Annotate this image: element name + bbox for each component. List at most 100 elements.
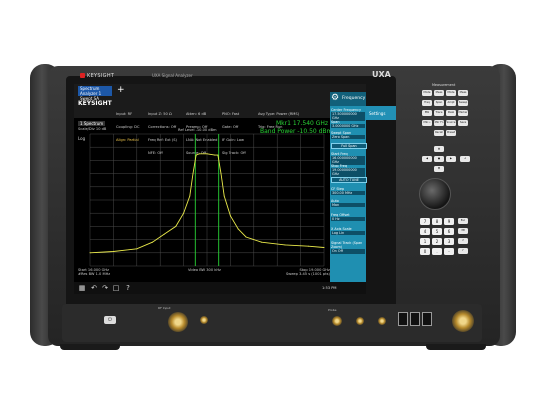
trace-point bbox=[183, 212, 185, 214]
softkey-value: On Off bbox=[331, 249, 365, 254]
trace-point bbox=[307, 245, 309, 247]
trace-window-label[interactable]: 1 Spectrum bbox=[78, 121, 106, 126]
keypad-1[interactable]: 1 bbox=[420, 238, 430, 245]
softkey-freq-offset[interactable]: Freq Offset 0 Hz bbox=[331, 213, 365, 222]
status-text: Corrections: Off bbox=[148, 125, 177, 130]
hardkey-undo[interactable]: ↶ bbox=[458, 248, 468, 254]
keypad-6[interactable]: 6 bbox=[444, 228, 454, 235]
trace-point bbox=[229, 215, 231, 217]
right-foot bbox=[426, 344, 486, 350]
status-text: PNO: Fast bbox=[222, 111, 240, 116]
softkey-span[interactable]: Span 3.0000000 GHz bbox=[331, 120, 365, 129]
hardkey-source[interactable]: Source bbox=[446, 120, 456, 126]
hardkey-freq[interactable]: Freq bbox=[422, 100, 432, 106]
trace-point bbox=[192, 173, 194, 175]
softkey-stop-freq[interactable]: Stop Freq 19.000000000 GHz bbox=[331, 164, 365, 177]
trace-point bbox=[284, 244, 286, 246]
rf-output-connector bbox=[452, 310, 474, 332]
arrow-up-key[interactable]: ▲ bbox=[434, 146, 444, 152]
rotary-knob[interactable] bbox=[419, 178, 451, 210]
keypad-5[interactable]: 5 bbox=[432, 228, 442, 235]
trace-point bbox=[206, 153, 208, 155]
add-tab-button[interactable]: + bbox=[117, 86, 125, 95]
trace-point bbox=[136, 248, 138, 250]
arrow-down-key[interactable]: ▼ bbox=[434, 166, 444, 172]
softkey-center-frequency[interactable]: Center Frequency 17.500000000 GHz bbox=[331, 108, 365, 121]
screen-brand: KEYSIGHT bbox=[78, 100, 112, 107]
softkey-swept-span[interactable]: Swept Span Zero Span bbox=[331, 131, 365, 140]
undo-icon[interactable]: ↶ bbox=[90, 284, 98, 292]
hardkey-enter[interactable]: ⏎ bbox=[458, 238, 468, 244]
keypad-0[interactable]: 0 bbox=[420, 248, 430, 255]
status-text: Avg Type: Power (RMS) bbox=[258, 111, 300, 116]
hardkey-bw[interactable]: BW bbox=[422, 110, 432, 116]
softkey-label: Signal Track (Span Zoom) bbox=[331, 241, 363, 250]
softkey-auto-tune[interactable]: AUTO TUNE bbox=[331, 177, 367, 184]
rf-input-connector bbox=[168, 312, 188, 332]
softkey-signal-track[interactable]: Signal Track (Span Zoom) On Off bbox=[331, 241, 365, 254]
hardkey-ampt[interactable]: Ampt bbox=[446, 100, 456, 106]
softkey-auto-man[interactable]: Auto Man bbox=[331, 199, 365, 208]
keypad-8[interactable]: 8 bbox=[432, 218, 442, 225]
hardkey-bksp[interactable]: ⌫ bbox=[458, 228, 468, 234]
hardkey-meas[interactable]: Meas bbox=[434, 90, 444, 96]
trace-point bbox=[237, 228, 239, 230]
front-brand: KEYSIGHT bbox=[80, 73, 114, 79]
video-bw-readout: Video BW 300 kHz bbox=[188, 268, 221, 272]
enter-key[interactable]: ● bbox=[434, 156, 444, 162]
hardkey-mkr-to[interactable]: Mkr→ bbox=[422, 120, 432, 126]
arrow-right-key[interactable]: ▶ bbox=[446, 156, 456, 162]
trace-point bbox=[261, 241, 263, 243]
hardkey-recall[interactable]: Recall bbox=[434, 130, 444, 136]
arrow-left-key[interactable]: ◀ bbox=[422, 156, 432, 162]
softkey-start-freq[interactable]: Start Freq 16.000000000 GHz bbox=[331, 152, 365, 165]
y-axis-label: Log bbox=[78, 136, 86, 141]
model-line: UXA Signal Analyzer bbox=[152, 73, 193, 78]
trace-point bbox=[195, 154, 197, 156]
probe-connector bbox=[332, 316, 342, 326]
redo-icon[interactable]: ↷ bbox=[101, 284, 109, 292]
usb-port-2[interactable] bbox=[410, 312, 420, 326]
hardkey-mode[interactable]: Mode bbox=[422, 90, 432, 96]
hardkey-marker[interactable]: Marker bbox=[458, 110, 468, 116]
softkey-cf-step[interactable]: CF Step 300.00 MHz bbox=[331, 187, 365, 196]
usb-port-1[interactable] bbox=[398, 312, 408, 326]
tab-key[interactable]: ⇥ bbox=[460, 156, 470, 162]
keypad-4[interactable]: 4 bbox=[420, 228, 430, 235]
keypad-dot[interactable]: . bbox=[432, 248, 442, 255]
hardkey-sweep[interactable]: Sweep bbox=[458, 100, 468, 106]
keypad-9[interactable]: 9 bbox=[444, 218, 454, 225]
windows-icon[interactable]: ▦ bbox=[78, 284, 86, 292]
help-icon[interactable]: ? bbox=[124, 284, 132, 292]
keypad-2[interactable]: 2 bbox=[432, 238, 442, 245]
hardkey-span[interactable]: Span bbox=[434, 100, 444, 106]
gear-icon[interactable]: ⚙ bbox=[331, 93, 339, 103]
file-icon[interactable]: □ bbox=[112, 284, 120, 292]
softkey-value: 3.0000000 GHz bbox=[331, 124, 365, 129]
usb-port-3[interactable] bbox=[422, 312, 432, 326]
trace-point bbox=[151, 241, 153, 243]
spectrum-plot[interactable]: Log bbox=[76, 132, 326, 268]
keypad-3[interactable]: 3 bbox=[444, 238, 454, 245]
hardkey-esc[interactable]: Esc bbox=[458, 218, 468, 224]
softkey-value: Zero Span bbox=[331, 135, 365, 140]
status-text: Coupling: DC bbox=[116, 125, 140, 130]
trace-point bbox=[217, 154, 219, 156]
menu-title[interactable]: Frequency bbox=[342, 96, 365, 101]
hardkey-preset[interactable]: Preset bbox=[446, 130, 456, 136]
hardkey-mkr-fn[interactable]: Mkr Fn bbox=[434, 120, 444, 126]
keypad-minus[interactable]: - bbox=[444, 248, 454, 255]
mode-tab-label: Spectrum Analyzer 1 bbox=[80, 86, 102, 96]
trace-point bbox=[220, 173, 222, 175]
power-button[interactable]: ⏻ bbox=[104, 316, 116, 324]
hardkey-trace[interactable]: Trace bbox=[434, 110, 444, 116]
mode-tab[interactable]: Spectrum Analyzer 1 Swept SA bbox=[78, 86, 112, 101]
softkey-full-span[interactable]: Full Span bbox=[331, 143, 367, 150]
softkey-x-axis-scale[interactable]: X Axis Scale Log Lin bbox=[331, 227, 365, 236]
keypad-7[interactable]: 7 bbox=[420, 218, 430, 225]
keysight-logo-icon bbox=[80, 73, 85, 78]
hardkey-save[interactable]: Save bbox=[458, 120, 468, 126]
hardkey-mode-setup[interactable]: Mode Setup bbox=[446, 90, 456, 96]
hardkey-peak[interactable]: Peak bbox=[446, 110, 456, 116]
hardkey-meas-setup[interactable]: Meas Setup bbox=[458, 90, 468, 96]
